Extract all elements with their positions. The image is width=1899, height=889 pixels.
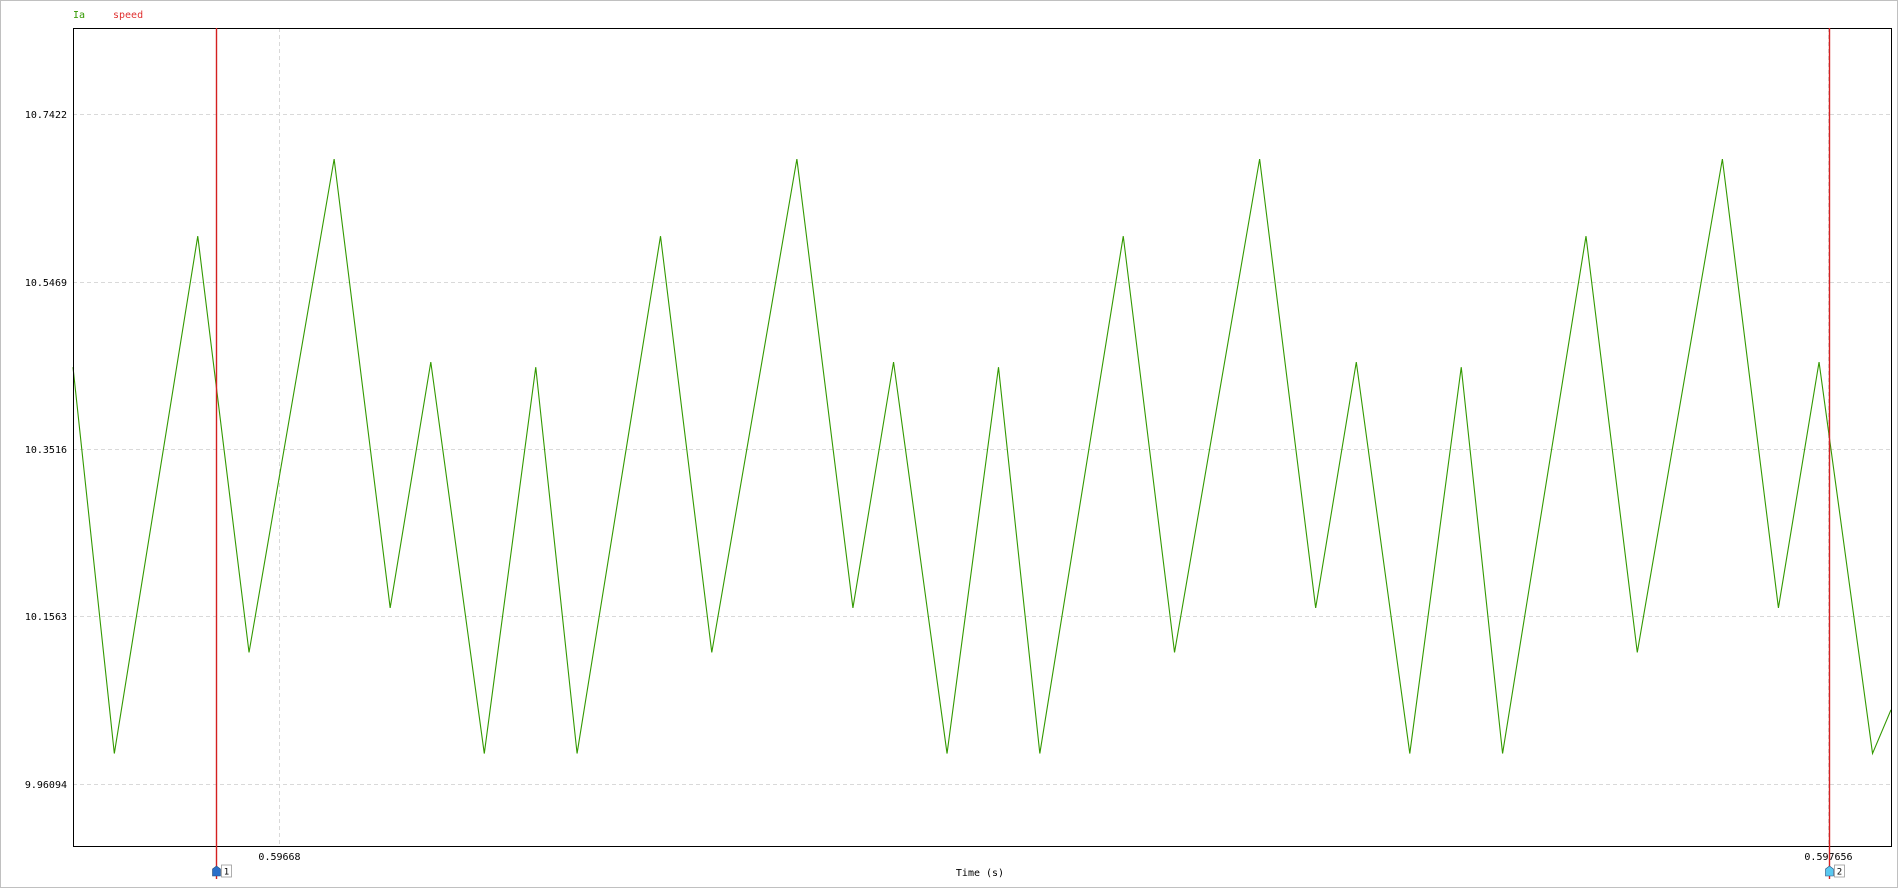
legend-entry-ia: Ia (73, 10, 85, 21)
series-line-ia (72, 158, 1892, 756)
legend: Ia speed (73, 10, 143, 21)
y-tick-label: 10.5469 (25, 278, 67, 289)
x-tick-label: 0.597656 (1804, 852, 1852, 863)
series-layer (72, 158, 1892, 756)
cursor-label-1: 1 (224, 868, 229, 878)
x-tick-label: 0.59668 (258, 852, 300, 863)
grid (73, 28, 1891, 846)
y-tick-label: 10.1563 (25, 612, 67, 623)
y-tick-label: 10.3516 (25, 445, 67, 456)
cursor-handle-1[interactable] (212, 865, 221, 877)
cursors[interactable]: 12 (212, 28, 1845, 879)
y-tick-label: 9.96094 (25, 780, 67, 791)
plot-area[interactable]: Ia speed 9.9609410.156310.351610.546910.… (0, 0, 1899, 889)
y-axis-ticks: 9.96094 10.1563 10.3516 10.5469 10.7422 (25, 110, 67, 791)
x-axis-ticks: 0.59668 0.597656 (258, 852, 1852, 863)
x-axis-label: Time (s) (956, 868, 1004, 879)
plot-border (73, 28, 1892, 847)
cursor-label-2: 2 (1837, 868, 1842, 878)
cursor-handle-2[interactable] (1825, 865, 1834, 877)
legend-entry-speed: speed (113, 10, 143, 21)
y-tick-label: 10.7422 (25, 110, 67, 121)
